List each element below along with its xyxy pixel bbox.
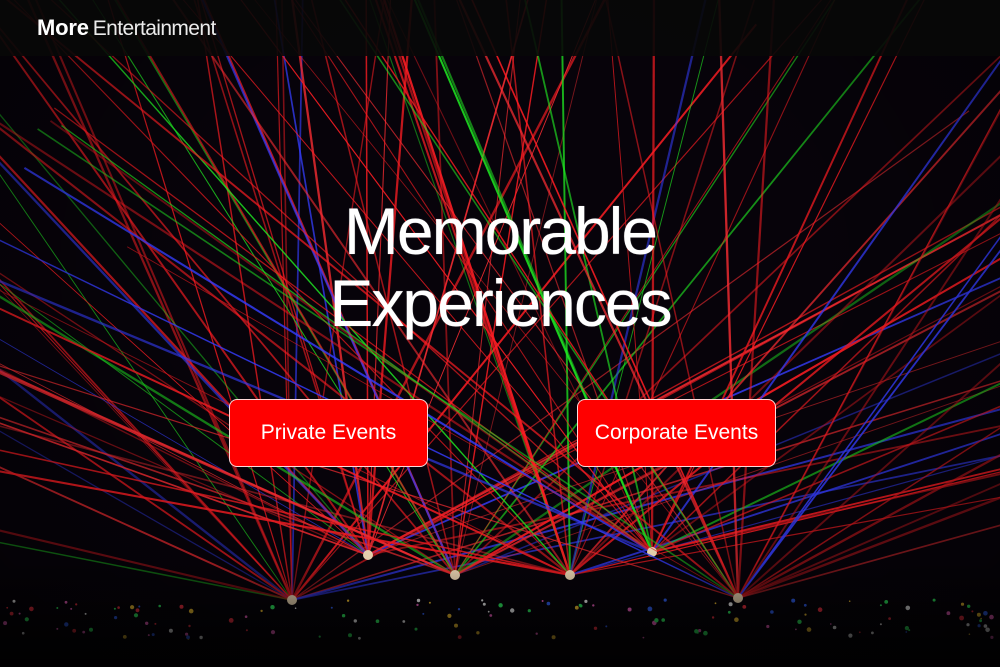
private-events-button[interactable]: Private Events xyxy=(229,399,428,467)
landing-page: More Entertainment Memorable Experiences … xyxy=(0,0,1000,667)
brand-name-bold: More xyxy=(37,15,89,40)
hero-line-1: Memorable xyxy=(343,194,658,268)
brand-name-light: Entertainment xyxy=(92,17,217,40)
laser-source-glow xyxy=(363,550,373,560)
hero-line-2: Experiences xyxy=(329,266,672,340)
top-navigation-bar: More Entertainment xyxy=(0,0,1000,56)
brand-logo[interactable]: More Entertainment xyxy=(37,14,216,43)
corporate-events-button[interactable]: Corporate Events xyxy=(577,399,776,467)
hero-headline: Memorable Experiences xyxy=(250,195,750,339)
